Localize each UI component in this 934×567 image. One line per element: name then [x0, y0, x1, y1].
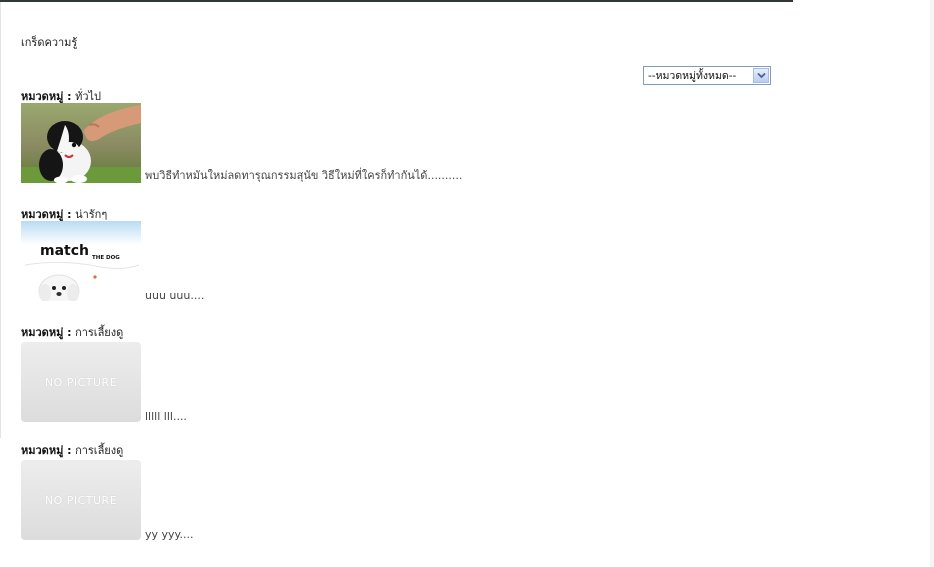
article-thumbnail-placeholder[interactable]: NO PICTURE [21, 342, 141, 422]
article-item: หมวดหมู่ : ทั่วไป พบวิธีทำหมันใหม่ลดทารุ… [21, 90, 462, 183]
category-line: หมวดหมู่ : การเลี้ยงดู [21, 444, 193, 457]
dropdown-button[interactable] [753, 68, 769, 83]
top-border [0, 0, 793, 2]
article-thumbnail[interactable]: match THE DOG [21, 221, 141, 301]
article-item: หมวดหมู่ : น่ารักๆ match THE DOG uuu uuu… [21, 208, 204, 302]
category-line: หมวดหมู่ : ทั่วไป [21, 90, 462, 103]
category-value: การเลี้ยงดู [75, 444, 124, 457]
category-label: หมวดหมู่ : [21, 326, 72, 339]
article-thumbnail[interactable] [21, 103, 141, 183]
category-filter-value: --หมวดหมู่ทั้งหมด-- [648, 70, 737, 82]
article-thumbnail-placeholder[interactable]: NO PICTURE [21, 460, 141, 540]
puppy-image [21, 103, 141, 183]
category-label: หมวดหมู่ : [21, 90, 72, 103]
category-line: หมวดหมู่ : น่ารักๆ [21, 208, 204, 221]
category-filter-select[interactable]: --หมวดหมู่ทั้งหมด-- [643, 66, 771, 85]
right-edge [930, 0, 934, 567]
category-value: การเลี้ยงดู [75, 326, 124, 339]
thumb-title: match [40, 243, 89, 259]
article-summary-link[interactable]: พบวิธีทำหมันใหม่ลดทารุณกรรมสุนัข วิธีใหม… [145, 166, 462, 184]
article-item: หมวดหมู่ : การเลี้ยงดู NO PICTURE yy yyy… [21, 444, 193, 541]
thumb-subtitle: THE DOG [92, 255, 120, 261]
article-summary-link[interactable]: uuu uuu.... [145, 289, 204, 302]
category-line: หมวดหมู่ : การเลี้ยงดู [21, 326, 187, 339]
category-label: หมวดหมู่ : [21, 444, 72, 457]
article-item: หมวดหมู่ : การเลี้ยงดู NO PICTURE lllll … [21, 326, 187, 423]
article-summary-link[interactable]: yy yyy.... [145, 528, 193, 541]
category-value: น่ารักๆ [75, 208, 108, 221]
left-divider [0, 2, 1, 438]
category-value: ทั่วไป [75, 90, 102, 103]
match-the-dog-image: match THE DOG [21, 221, 141, 301]
article-summary-link[interactable]: lllll lll.... [145, 410, 187, 423]
no-picture-text: NO PICTURE [44, 375, 118, 389]
page-title: เกร็ดความรู้ [21, 36, 78, 49]
no-picture-text: NO PICTURE [44, 493, 118, 507]
category-label: หมวดหมู่ : [21, 208, 72, 221]
chevron-down-icon [756, 72, 766, 79]
